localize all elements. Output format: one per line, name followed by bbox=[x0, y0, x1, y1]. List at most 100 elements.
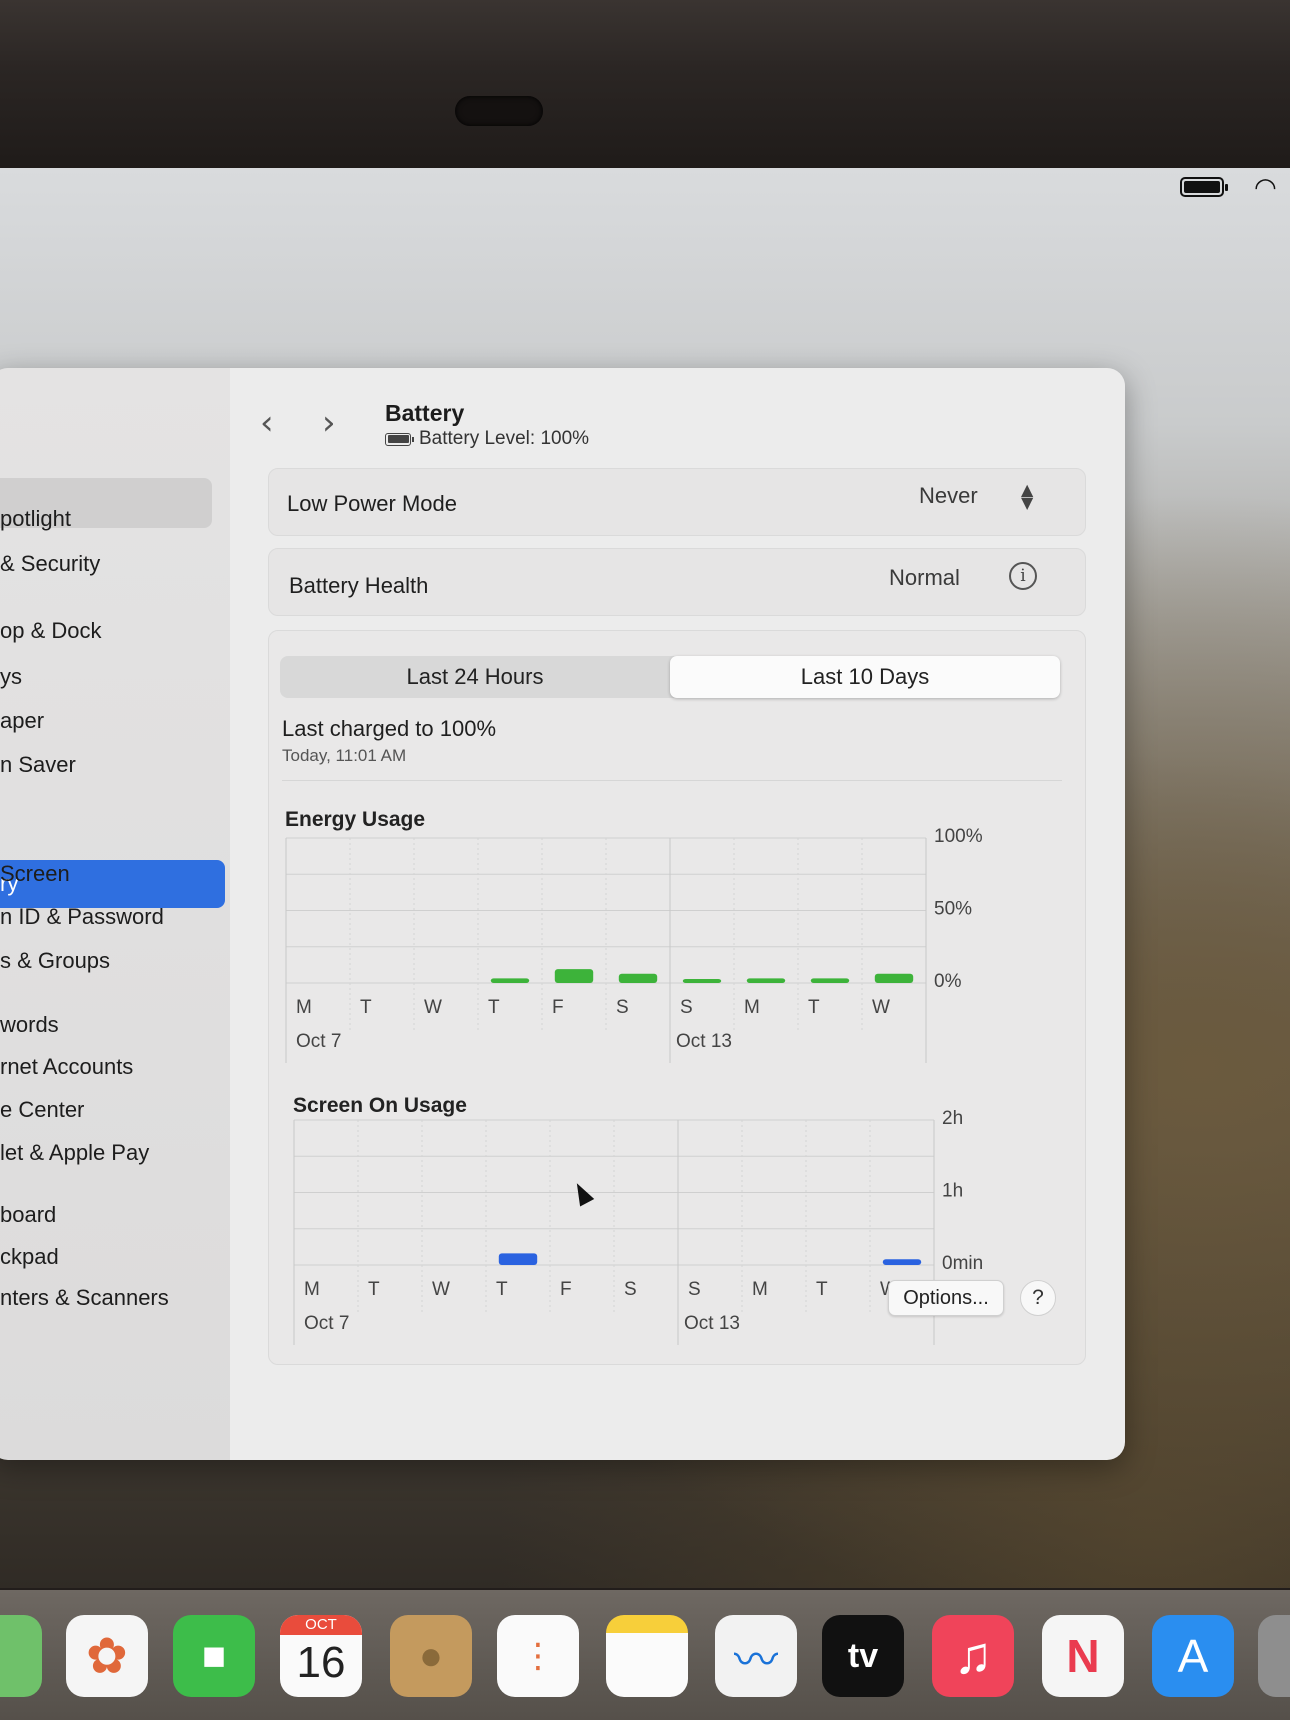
page-title: Battery bbox=[385, 400, 465, 426]
music-icon[interactable]: ♫ bbox=[932, 1615, 1014, 1697]
freeform-icon[interactable]: 〰 bbox=[715, 1615, 797, 1697]
day-label: S bbox=[688, 1279, 701, 1300]
help-button[interactable]: ? bbox=[1020, 1280, 1056, 1316]
sidebar-item-users-groups[interactable]: s & Groups bbox=[0, 948, 110, 974]
sidebar-item-displays[interactable]: ys bbox=[0, 664, 22, 690]
day-label: F bbox=[560, 1279, 572, 1300]
y-tick-label: 0min bbox=[942, 1253, 983, 1274]
battery-health-label: Battery Health bbox=[289, 573, 429, 598]
app-store-icon[interactable]: A bbox=[1152, 1615, 1234, 1697]
usage-bar bbox=[618, 973, 658, 983]
settings-icon[interactable] bbox=[1258, 1615, 1290, 1697]
reminders-icon[interactable]: ⋮ bbox=[497, 1615, 579, 1697]
sidebar-item-desktop-dock[interactable]: op & Dock bbox=[0, 618, 102, 644]
energy-usage-title: Energy Usage bbox=[285, 808, 426, 831]
day-label: M bbox=[752, 1279, 768, 1300]
sidebar-item-trackpad[interactable]: ckpad bbox=[0, 1244, 59, 1270]
date-label: Oct 13 bbox=[684, 1313, 740, 1334]
battery-level-text: Battery Level: 100% bbox=[419, 428, 590, 449]
menu-bar-status: ◠ bbox=[1180, 174, 1277, 200]
usage-bar bbox=[746, 978, 786, 983]
settings-window: potlight & Security op & Dock ys aper n … bbox=[0, 368, 1125, 1460]
contacts-icon[interactable]: ● bbox=[390, 1615, 472, 1697]
battery-pane: ‹ › Battery Battery Level: 100% Low Powe… bbox=[230, 368, 1125, 1460]
calendar-icon[interactable]: OCT 16 bbox=[280, 1615, 362, 1697]
sidebar-item-wallet-apple-pay[interactable]: let & Apple Pay bbox=[0, 1140, 149, 1166]
sidebar-item-printers-scanners[interactable]: nters & Scanners bbox=[0, 1285, 169, 1311]
day-label: M bbox=[304, 1279, 320, 1300]
day-label: T bbox=[808, 997, 820, 1018]
sidebar: potlight & Security op & Dock ys aper n … bbox=[0, 368, 230, 1460]
sidebar-item-privacy-security[interactable]: & Security bbox=[0, 551, 100, 577]
day-label: W bbox=[432, 1279, 450, 1300]
maps-icon[interactable] bbox=[0, 1615, 42, 1697]
day-label: S bbox=[616, 997, 629, 1018]
sidebar-item-game-center[interactable]: e Center bbox=[0, 1097, 84, 1123]
day-label: T bbox=[488, 997, 500, 1018]
day-label: T bbox=[360, 997, 372, 1018]
tv-label: tv bbox=[847, 1636, 879, 1675]
usage-bar bbox=[874, 973, 914, 983]
y-tick-label: 100% bbox=[934, 826, 983, 847]
day-label: M bbox=[296, 997, 312, 1018]
notes-icon[interactable] bbox=[606, 1615, 688, 1697]
day-label: T bbox=[816, 1279, 828, 1300]
date-label: Oct 13 bbox=[676, 1031, 732, 1052]
battery-health-value: Normal bbox=[889, 565, 960, 590]
day-label: W bbox=[424, 997, 442, 1018]
low-power-mode-row: Low Power Mode Never ▲ ▼ bbox=[268, 468, 1086, 536]
usage-bar bbox=[810, 978, 850, 983]
dock: ✿ ■ OCT 16 ● ⋮ 〰 tv ♫ N A bbox=[0, 1590, 1290, 1720]
sidebar-item-touch-id[interactable]: n ID & Password bbox=[0, 904, 164, 930]
divider bbox=[282, 780, 1062, 781]
day-label: S bbox=[680, 997, 693, 1018]
info-icon[interactable]: i bbox=[1009, 562, 1037, 590]
apple-tv-icon[interactable]: tv bbox=[822, 1615, 904, 1697]
day-label: M bbox=[744, 997, 760, 1018]
battery-icon bbox=[385, 432, 414, 446]
time-range-segmented-control: Last 24 Hours Last 10 Days bbox=[280, 656, 1060, 698]
facetime-icon[interactable]: ■ bbox=[173, 1615, 255, 1697]
battery-full-icon[interactable] bbox=[1180, 177, 1228, 197]
sidebar-item-screen-saver[interactable]: n Saver bbox=[0, 752, 76, 778]
screen-on-usage-title: Screen On Usage bbox=[293, 1094, 467, 1117]
stepper-icon[interactable]: ▲ ▼ bbox=[1021, 482, 1033, 511]
camera-notch bbox=[455, 96, 543, 126]
day-label: T bbox=[496, 1279, 508, 1300]
y-tick-label: 2h bbox=[942, 1108, 963, 1129]
sidebar-item-internet-accounts[interactable]: rnet Accounts bbox=[0, 1054, 133, 1080]
day-label: S bbox=[624, 1279, 637, 1300]
y-tick-label: 1h bbox=[942, 1181, 963, 1202]
y-tick-label: 50% bbox=[934, 899, 972, 920]
usage-bar bbox=[882, 1259, 922, 1265]
last-charged-text: Last charged to 100% bbox=[282, 716, 497, 741]
low-power-mode-select[interactable]: Never bbox=[919, 483, 978, 509]
screen-on-usage-chart: 2h1h0minMTWTFSSMTWOct 7Oct 13 bbox=[293, 1108, 983, 1345]
sidebar-item-spotlight[interactable]: potlight bbox=[0, 506, 71, 532]
news-icon[interactable]: N bbox=[1042, 1615, 1124, 1697]
day-label: F bbox=[552, 997, 564, 1018]
sidebar-item-passwords[interactable]: words bbox=[0, 1012, 59, 1038]
energy-usage-chart: 100% 50% 0% M T W T F S S M T W Oct 7 Oct 13 bbox=[285, 826, 983, 1063]
tab-last-24-hours[interactable]: Last 24 Hours bbox=[280, 656, 670, 698]
page-subtitle: Battery Level: 100% bbox=[385, 428, 589, 450]
photos-icon[interactable]: ✿ bbox=[66, 1615, 148, 1697]
usage-bar bbox=[498, 1253, 538, 1265]
usage-bar bbox=[490, 978, 530, 983]
sidebar-item-lock-screen[interactable]: Screen bbox=[0, 861, 70, 887]
chevron-left-icon[interactable]: ‹ bbox=[260, 406, 274, 440]
usage-bar bbox=[554, 969, 594, 983]
chevron-right-icon[interactable]: › bbox=[322, 406, 336, 440]
options-button[interactable]: Options... bbox=[888, 1280, 1004, 1316]
date-label: Oct 7 bbox=[296, 1031, 341, 1052]
sidebar-item-wallpaper[interactable]: aper bbox=[0, 708, 44, 734]
low-power-mode-label: Low Power Mode bbox=[287, 491, 457, 516]
date-label: Oct 7 bbox=[304, 1313, 349, 1334]
wifi-icon[interactable]: ◠ bbox=[1254, 174, 1277, 200]
calendar-day: 16 bbox=[296, 1638, 346, 1687]
tab-last-10-days[interactable]: Last 10 Days bbox=[670, 656, 1060, 698]
calendar-month: OCT bbox=[280, 1615, 362, 1635]
day-label: W bbox=[872, 997, 890, 1018]
sidebar-item-keyboard[interactable]: board bbox=[0, 1202, 56, 1228]
battery-health-row: Battery Health Normal i bbox=[268, 548, 1086, 616]
